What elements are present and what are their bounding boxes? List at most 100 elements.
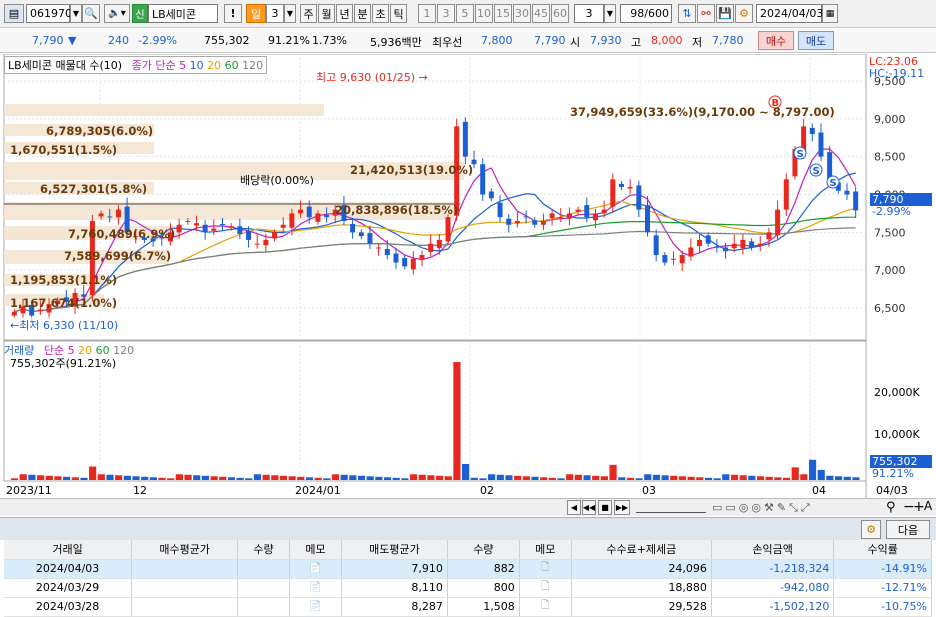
date-field[interactable]: 2024/04/03 (756, 4, 823, 23)
cell-sell_avg: 8,110 (341, 578, 448, 598)
font-size-icon[interactable]: A (924, 499, 932, 513)
candle-body (324, 214, 330, 218)
volume-bar (479, 478, 487, 480)
cell-pnl: -1,218,324 (711, 559, 835, 579)
table-settings-icon[interactable]: ⚙ (861, 520, 881, 539)
candle-body (497, 202, 503, 218)
table-header-1[interactable]: 매수평균가 (131, 540, 239, 560)
svg-text:S: S (797, 149, 804, 160)
memo-add-icon: 🗋 (519, 597, 572, 617)
menu-icon[interactable]: ▤ (4, 4, 24, 23)
interval-button-0[interactable]: 1 (418, 4, 436, 23)
volume-bar (288, 476, 296, 480)
interval-button-2[interactable]: 5 (456, 4, 474, 23)
interval-field[interactable]: 3 (574, 4, 604, 23)
volume-bar (678, 476, 687, 480)
candle-body (220, 224, 225, 226)
period-dropdown-icon[interactable]: ▼ (284, 4, 296, 23)
candle-body (306, 206, 312, 218)
period-day-button[interactable]: 일 (246, 4, 266, 23)
vp-label-10: 1,167,674(1.0%) (10, 296, 118, 310)
table-header-0[interactable]: 거래일 (4, 540, 133, 560)
save-icon[interactable]: 💾 (716, 4, 734, 23)
period-button-0[interactable]: 주 (300, 4, 317, 23)
next-button[interactable]: 다음 (886, 520, 930, 539)
table-header-2[interactable]: 수량 (237, 540, 291, 560)
candle-body (757, 243, 763, 246)
chart-grid (3, 54, 867, 498)
table-header-3[interactable]: 메모 (289, 540, 342, 560)
volume-bar (540, 477, 548, 480)
period-button-5[interactable]: 틱 (390, 4, 407, 23)
candle-body (506, 218, 512, 225)
count-field[interactable]: 98/600 (620, 4, 672, 23)
volume-bar (418, 474, 426, 480)
interval-button-5[interactable]: 30 (513, 4, 531, 23)
volume-bar (305, 477, 314, 480)
calendar-icon[interactable]: ▦ (822, 4, 838, 23)
volume-bar (54, 476, 62, 480)
speaker-icon[interactable]: 🔈▾ (104, 4, 130, 23)
volume-bar (253, 474, 262, 480)
code-dropdown-icon[interactable]: ▼ (70, 4, 82, 23)
candle-body (740, 239, 746, 249)
interval-button-4[interactable]: 15 (494, 4, 512, 23)
volume-bar (670, 475, 678, 480)
chart-swap-icon[interactable]: ⇅ (678, 4, 696, 23)
volume-bar (592, 475, 600, 480)
table-header-4[interactable]: 매도평균가 (341, 540, 448, 560)
candle-body (627, 186, 633, 189)
interval-button-6[interactable]: 45 (532, 4, 550, 23)
fast-forward-icon[interactable]: ▶▶ (614, 500, 630, 515)
buy-button[interactable]: 매수 (758, 31, 794, 50)
cell-buy_qty (237, 597, 291, 617)
best-bid: 7,790 (534, 34, 566, 47)
table-header-6[interactable]: 메모 (519, 540, 572, 560)
interval-button-3[interactable]: 10 (475, 4, 493, 23)
stop-icon[interactable]: ■ (598, 500, 612, 515)
period-button-3[interactable]: 분 (354, 4, 371, 23)
period-button-2[interactable]: 년 (336, 4, 353, 23)
table-header-9[interactable]: 수익률 (833, 540, 932, 560)
zoom-search-icon[interactable]: ⚲ (886, 500, 896, 515)
period-num-field[interactable]: 3 (266, 4, 284, 23)
table-header-5[interactable]: 수량 (447, 540, 520, 560)
candle-body (193, 223, 199, 226)
period-button-1[interactable]: 월 (318, 4, 335, 23)
open-label: 시 (570, 36, 581, 49)
candle-body (532, 220, 538, 225)
candle-body (289, 213, 295, 228)
vp-label-7: 7,760,489(6.9%) (68, 227, 176, 241)
alert-button[interactable]: ! (224, 4, 242, 23)
search-icon[interactable]: 🔍 (82, 4, 100, 23)
table-header-7[interactable]: 수수료+제세금 (571, 540, 712, 560)
table-row[interactable]: 2024/03/29 📄 8,110 800 🗋 18,880 -942,080 -12.71… (4, 578, 932, 598)
table-header-8[interactable]: 손익금액 (711, 540, 835, 560)
volume-bar (531, 476, 539, 480)
zoom-in-icon[interactable]: + (913, 499, 925, 515)
high-marker: 최고 9,630 (01/25) → (316, 71, 428, 84)
candle-body (315, 213, 321, 222)
interval-button-7[interactable]: 60 (551, 4, 569, 23)
period-button-4[interactable]: 초 (372, 4, 389, 23)
stock-name-field[interactable]: LB세미콘 (148, 4, 218, 23)
volume-bar (800, 474, 808, 480)
interval-button-1[interactable]: 3 (437, 4, 455, 23)
stock-code-field[interactable]: 061970 (26, 4, 72, 23)
rewind-icon[interactable]: ◀◀ (582, 500, 596, 515)
scroll-left-icon[interactable]: ◀ (567, 500, 581, 515)
table-row[interactable]: 2024/04/03 📄 7,910 882 🗋 24,096 -1,218,324 -14.… (4, 559, 932, 579)
volume-bar (158, 477, 166, 480)
interval-dropdown-icon[interactable]: ▼ (604, 4, 616, 23)
table-row[interactable]: 2024/03/28 📄 8,287 1,508 🗋 29,528 -1,502,120 -1… (4, 597, 932, 617)
candle-body (115, 209, 121, 218)
volume-bar (80, 477, 88, 480)
sell-button[interactable]: 매도 (798, 31, 834, 50)
volume-bar (297, 476, 305, 480)
drawing-tools-icon[interactable]: ▭▭◎◎⚒✎⤡⤢ (712, 501, 813, 515)
settings-icon[interactable]: ⚙ (735, 4, 753, 23)
chart-legend-ma5: 5 (179, 59, 187, 72)
vol-axis-20000k: 20,000K (874, 386, 920, 399)
link-icon[interactable]: ⚯ (697, 4, 715, 23)
zoom-slider[interactable] (636, 503, 706, 513)
